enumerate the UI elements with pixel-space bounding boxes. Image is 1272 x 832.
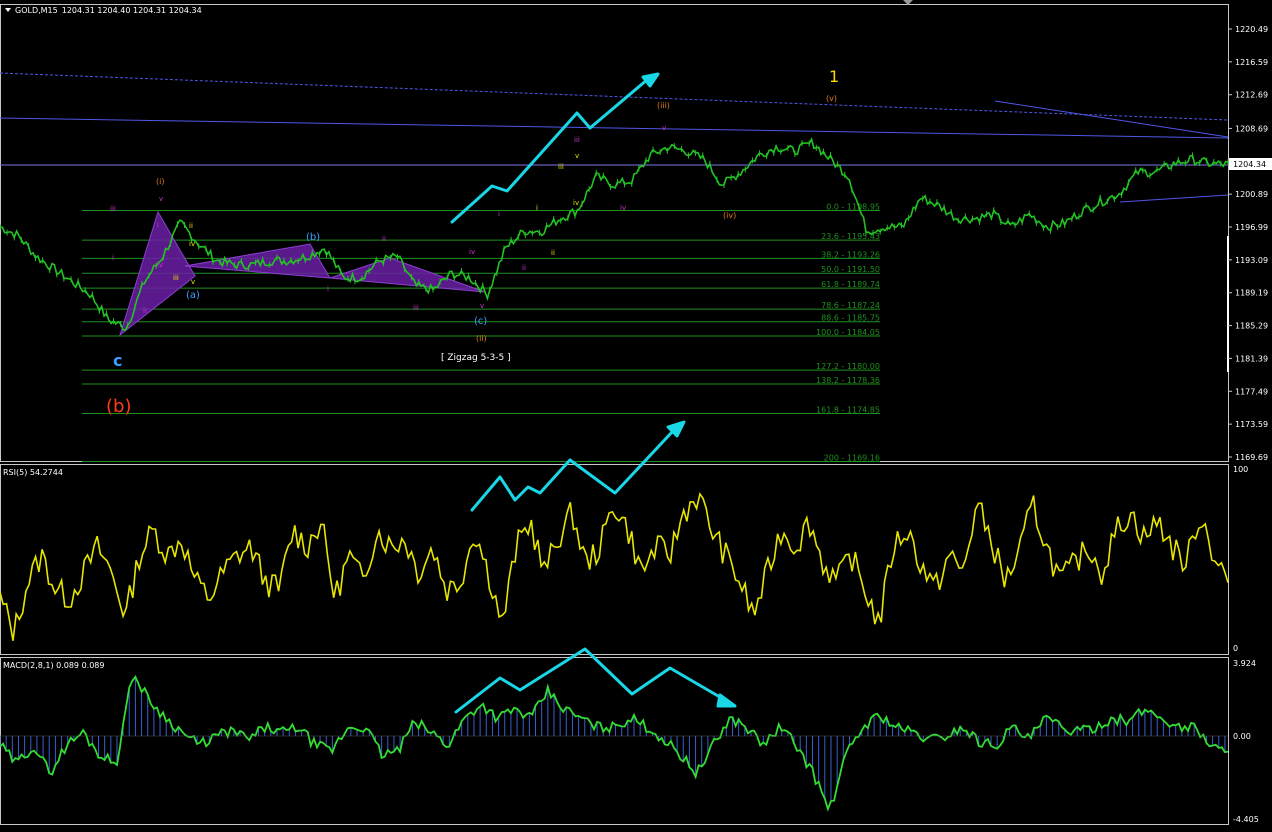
svg-text:ii: ii bbox=[382, 235, 386, 243]
svg-text:iv: iv bbox=[157, 261, 163, 269]
svg-text:iii: iii bbox=[574, 136, 580, 144]
wave-ii-major-label: (ii) bbox=[476, 334, 487, 343]
svg-text:i: i bbox=[327, 285, 329, 293]
svg-text:ii: ii bbox=[189, 222, 193, 230]
trendline-layer bbox=[0, 72, 1229, 203]
price-axis-label: 1220.49 bbox=[1235, 25, 1268, 34]
price-line bbox=[0, 137, 1229, 331]
wave-1-label: 1 bbox=[829, 67, 839, 86]
price-axis-label: 1177.49 bbox=[1235, 387, 1268, 396]
svg-text:iv: iv bbox=[620, 204, 626, 212]
svg-text:i: i bbox=[112, 254, 114, 262]
svg-text:iii: iii bbox=[558, 163, 564, 171]
price-axis-label: 1196.99 bbox=[1235, 223, 1268, 232]
svg-text:iii: iii bbox=[173, 274, 179, 282]
svg-text:i: i bbox=[498, 210, 500, 218]
svg-text:iv: iv bbox=[189, 240, 195, 248]
fib-level-label: 88.6 - 1185.75 bbox=[821, 314, 880, 323]
rsi-axis-min: 0 bbox=[1233, 644, 1238, 653]
projection-arrows bbox=[450, 72, 737, 714]
fib-level-label: 161.8 - 1174.85 bbox=[816, 406, 880, 415]
macd-axis-max: 3.924 bbox=[1233, 659, 1256, 668]
wave-c-big-label: c bbox=[113, 351, 122, 370]
wave-i-major-label: (i) bbox=[156, 177, 164, 186]
fib-level-label: 138.2 - 1178.36 bbox=[816, 376, 880, 385]
arrow-main-1-head bbox=[641, 72, 660, 88]
trendline-upper[interactable] bbox=[0, 117, 1229, 139]
fib-level-label: 38.2 - 1193.26 bbox=[821, 250, 880, 259]
arrow-rsi[interactable] bbox=[470, 429, 675, 512]
price-axis-label: 1173.59 bbox=[1235, 420, 1268, 429]
macd-layer bbox=[0, 675, 1229, 812]
price-axis-label: 1200.89 bbox=[1235, 190, 1268, 199]
svg-text:v: v bbox=[480, 302, 484, 310]
svg-text:i: i bbox=[536, 204, 538, 212]
svg-text:v: v bbox=[191, 278, 195, 286]
trendline-channel-top[interactable] bbox=[994, 100, 1229, 138]
trading-chart: GOLD,M15 1204.31 1204.40 1204.31 1204.34 … bbox=[0, 0, 1272, 832]
rsi-layer bbox=[0, 492, 1229, 641]
svg-text:iii: iii bbox=[413, 304, 419, 312]
arrow-macd[interactable] bbox=[454, 647, 727, 714]
fib-level-label: 127.2 - 1180.00 bbox=[816, 362, 880, 371]
wave-c-label: (c) bbox=[474, 316, 487, 327]
svg-text:ii: ii bbox=[143, 307, 147, 315]
svg-text:v: v bbox=[159, 195, 163, 203]
macd-signal-line bbox=[0, 675, 1229, 812]
svg-text:ii: ii bbox=[522, 264, 526, 272]
rsi-line bbox=[0, 492, 1229, 641]
dashed-trendline[interactable] bbox=[0, 72, 1229, 121]
fib-level-label: 61.8 - 1189.74 bbox=[821, 280, 880, 289]
fib-level-label: 100.0 - 1184.05 bbox=[816, 328, 880, 337]
main-panel-frame bbox=[0, 4, 1229, 462]
price-axis-label: 1181.39 bbox=[1235, 354, 1268, 363]
current-price-tag-text: 1204.34 bbox=[1233, 160, 1266, 169]
rsi-title: RSI(5) 54.2744 bbox=[3, 468, 63, 477]
fibonacci-layer: 0.0 - 1198.9523.6 - 1195.4338.2 - 1193.2… bbox=[82, 202, 880, 462]
price-axis-label: 1212.69 bbox=[1235, 91, 1268, 100]
arrow-main-1[interactable] bbox=[450, 77, 650, 224]
svg-text:iii: iii bbox=[110, 205, 116, 213]
price-series-layer bbox=[0, 137, 1229, 331]
wave-iv-major-label: (iv) bbox=[723, 211, 736, 220]
price-axis-label: 1208.69 bbox=[1235, 124, 1268, 133]
price-axis: 1220.49 1216.59 1212.69 1208.69 1200.89 1196.… bbox=[1228, 25, 1268, 462]
minor-wave-labels: iii i ii i iv v ii iv iii v ii i iii iv … bbox=[110, 124, 666, 315]
price-axis-label: 1169.69 bbox=[1235, 453, 1268, 462]
wave-iii-major-label: (iii) bbox=[657, 101, 670, 110]
rsi-axis-max: 100 bbox=[1233, 465, 1248, 474]
fib-level-label: 78.6 - 1187.24 bbox=[821, 301, 880, 310]
svg-text:iv: iv bbox=[573, 199, 579, 207]
symbol-ohlc-header: GOLD,M15 1204.31 1204.40 1204.31 1204.34 bbox=[15, 6, 202, 15]
svg-text:i: i bbox=[157, 221, 159, 229]
wave-b-label: (b) bbox=[306, 232, 320, 243]
time-axis bbox=[0, 826, 1272, 832]
wave-a-label: (a) bbox=[186, 290, 200, 301]
trendline-channel-bottom[interactable] bbox=[1119, 194, 1229, 203]
price-axis-label: 1189.19 bbox=[1235, 289, 1268, 298]
macd-axis-zero: 0.00 bbox=[1233, 732, 1251, 741]
price-axis-label: 1185.29 bbox=[1235, 322, 1268, 331]
wave-b-big-label: (b) bbox=[106, 396, 131, 417]
fib-level-label: 50.0 - 1191.50 bbox=[821, 265, 880, 274]
svg-text:iv: iv bbox=[469, 248, 475, 256]
svg-text:ii: ii bbox=[551, 249, 555, 257]
price-axis-label: 1216.59 bbox=[1235, 58, 1268, 67]
svg-text:v: v bbox=[662, 124, 666, 132]
autoscroll-marker[interactable] bbox=[1227, 236, 1229, 372]
price-axis-label: 1193.09 bbox=[1235, 256, 1268, 265]
macd-title: MACD(2,8,1) 0.089 0.089 bbox=[3, 661, 104, 670]
macd-panel-frame bbox=[0, 657, 1229, 825]
macd-axis-min: -4.405 bbox=[1233, 815, 1259, 824]
fib-level-label: 0.0 - 1198.95 bbox=[826, 202, 880, 211]
menu-arrow-icon[interactable] bbox=[5, 8, 11, 12]
wave-v-major-label: (v) bbox=[826, 94, 837, 103]
zigzag-label: [ Zigzag 5-3-5 ] bbox=[441, 353, 511, 363]
fib-level-label: 200 - 1169.16 bbox=[824, 453, 880, 462]
arrow-macd-head bbox=[716, 693, 737, 708]
svg-text:v: v bbox=[575, 152, 579, 160]
